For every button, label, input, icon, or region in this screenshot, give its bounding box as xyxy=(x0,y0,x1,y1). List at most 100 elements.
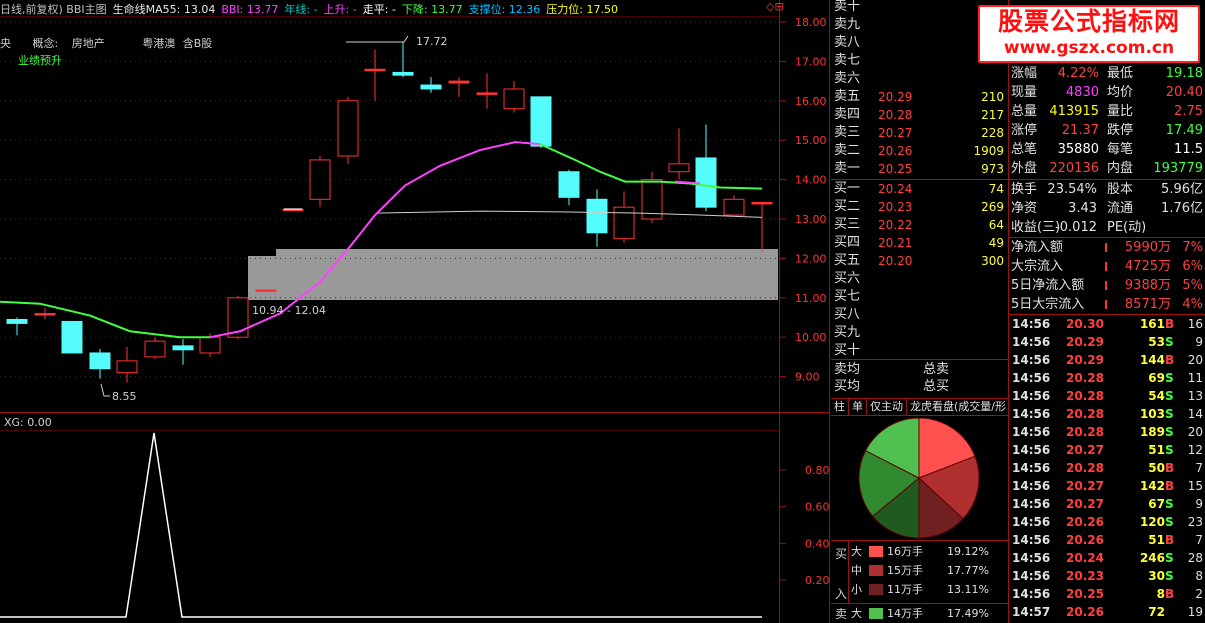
price-tick-label: 18.00 xyxy=(795,16,827,29)
orderbook-row-sell: 卖一 20.25 973 xyxy=(831,160,1008,178)
trade-price: 20.23 xyxy=(1066,569,1104,583)
stat-value: 19.18 xyxy=(1165,66,1203,81)
region-tag: 央 xyxy=(0,37,11,50)
header-item-5: 走平: - xyxy=(362,3,396,16)
orderbook-row-buy: 买四 20.21 49 xyxy=(831,234,1008,252)
trade-price: 20.28 xyxy=(1066,371,1104,385)
avg-label: 买均 xyxy=(834,379,861,394)
trade-row: 14:56 20.23 30 S 8 xyxy=(1009,567,1205,585)
tab-3[interactable]: 龙虎看盘(成交量/形 xyxy=(907,399,1008,415)
stat-value: 413915 xyxy=(1049,104,1099,119)
trade-count: 23 xyxy=(1187,515,1203,529)
trade-row: 14:56 20.30 161 B 16 xyxy=(1009,315,1205,333)
trade-price: 20.28 xyxy=(1066,407,1104,421)
concept-bshare: 含B股 xyxy=(182,37,213,50)
trade-time: 14:56 xyxy=(1012,389,1051,403)
candle-body xyxy=(89,352,111,370)
trade-side: S xyxy=(1165,515,1174,529)
orderbook-price: 20.22 xyxy=(878,218,913,232)
trade-price: 20.29 xyxy=(1066,353,1104,367)
legend-row: 小 11万手 13.11% xyxy=(851,581,1008,598)
trade-row: 14:56 20.29 144 B 20 xyxy=(1009,351,1205,369)
orderbook-price: 20.27 xyxy=(878,126,913,140)
legend-size: 小 xyxy=(851,583,862,596)
fund-label: 净资 xyxy=(1011,201,1038,216)
fund-label: 换手 xyxy=(1011,182,1038,197)
orderbook-level-label: 买三 xyxy=(834,217,861,232)
trade-count: 11 xyxy=(1187,371,1203,385)
trade-time: 14:56 xyxy=(1012,407,1051,421)
header-item-7: 支撑位: 12.36 xyxy=(468,3,541,16)
trade-volume: 72 xyxy=(1148,605,1165,619)
orderbook-price: 20.26 xyxy=(878,144,913,158)
flow-legend: 买 入 卖 大 16万手 19.12% 中 15万手 17.77% 小 11万手 13.11% 大… xyxy=(831,540,1008,623)
fund-label: 收益(三) xyxy=(1011,220,1061,235)
stat-value: 21.37 xyxy=(1061,123,1099,138)
trade-time: 14:56 xyxy=(1012,497,1051,511)
chart-options-icon[interactable]: ◇⊟ xyxy=(766,0,784,13)
flow-pct: 7% xyxy=(1182,240,1203,255)
candle-body xyxy=(6,318,28,324)
legend-size: 中 xyxy=(851,564,862,577)
trade-side: B xyxy=(1165,461,1175,475)
legend-row: 中 15万手 17.77% xyxy=(851,562,1008,579)
flow-row: 5日大宗流入 8571万 4% xyxy=(1009,295,1205,314)
trade-volume: 51 xyxy=(1148,533,1165,547)
orderbook-volume: 269 xyxy=(981,200,1004,214)
legend-swatch xyxy=(869,546,883,557)
flow-label: 5日大宗流入 xyxy=(1011,297,1085,312)
price-chart[interactable]: 18.00 17.00 16.00 15.00 14.00 13.00 12.00 11.00… xyxy=(0,0,830,623)
trade-price: 20.29 xyxy=(1066,335,1104,349)
buy-side-label-1: 买 xyxy=(835,547,848,561)
orderbook-level-label: 买五 xyxy=(834,253,861,268)
trade-count: 14 xyxy=(1187,407,1203,421)
orderbook-volume: 74 xyxy=(988,182,1004,196)
tab-0[interactable]: 柱 xyxy=(831,399,849,415)
trade-price: 20.25 xyxy=(1066,587,1104,601)
trade-volume: 161 xyxy=(1139,317,1165,331)
tab-2[interactable]: 仅主动 xyxy=(867,399,907,415)
tick-trades[interactable]: 14:56 20.30 161 B 16 14:56 20.29 53 S 9 14:56 20.29… xyxy=(1009,315,1205,623)
candle-body xyxy=(392,71,414,76)
flow-row: 大宗流入 4725万 6% xyxy=(1009,257,1205,276)
legend-swatch xyxy=(869,565,883,576)
tab-1[interactable]: 单 xyxy=(849,399,867,415)
orderbook-level-label: 买一 xyxy=(834,181,861,196)
trade-row: 14:56 20.28 54 S 13 xyxy=(1009,387,1205,405)
trade-side: B xyxy=(1165,533,1175,547)
trade-side: S xyxy=(1165,371,1174,385)
stat-label: 总量 xyxy=(1011,104,1038,119)
price-tick-label: 15.00 xyxy=(795,134,827,147)
xg-label: XG: 0.00 xyxy=(4,416,52,429)
orderbook-level-label: 卖四 xyxy=(834,107,861,122)
ma55-line xyxy=(375,210,763,218)
stat-label: 涨幅 xyxy=(1011,66,1038,81)
candle-body xyxy=(586,198,608,234)
trade-time: 14:56 xyxy=(1012,461,1051,475)
trade-side: S xyxy=(1165,443,1174,457)
high-label: 17.72 xyxy=(416,35,448,48)
trade-row: 14:56 20.25 8 B 2 xyxy=(1009,585,1205,603)
candle-body xyxy=(530,96,552,147)
earnings-tag: 业绩预升 xyxy=(18,54,62,67)
trade-volume: 8 xyxy=(1156,587,1165,601)
trade-count: 15 xyxy=(1187,479,1203,493)
candlesticks xyxy=(6,41,773,383)
concept-line: 央 概念: 房地产 粤港澳 含B股 xyxy=(0,35,212,51)
trade-volume: 50 xyxy=(1148,461,1165,475)
trade-count: 20 xyxy=(1187,425,1203,439)
orderbook-row-sell: 卖二 20.26 1909 xyxy=(831,142,1008,160)
bbi-line-falling xyxy=(0,300,210,339)
stat-label: 最低 xyxy=(1107,66,1134,81)
fund-label: PE(动) xyxy=(1107,220,1147,235)
candle-body xyxy=(613,206,635,240)
trade-price: 20.26 xyxy=(1066,533,1104,547)
header-item-1: 生命线MA55: 13.04 xyxy=(112,3,216,16)
trade-volume: 103 xyxy=(1139,407,1165,421)
trade-time: 14:57 xyxy=(1012,605,1051,619)
legend-swatch xyxy=(869,608,883,619)
sub-tick-label: 0.80 xyxy=(805,464,830,477)
flow-row: 净流入额 5990万 7% xyxy=(1009,238,1205,257)
candle-body xyxy=(144,340,166,358)
fund-value: 1.76亿 xyxy=(1161,201,1203,216)
